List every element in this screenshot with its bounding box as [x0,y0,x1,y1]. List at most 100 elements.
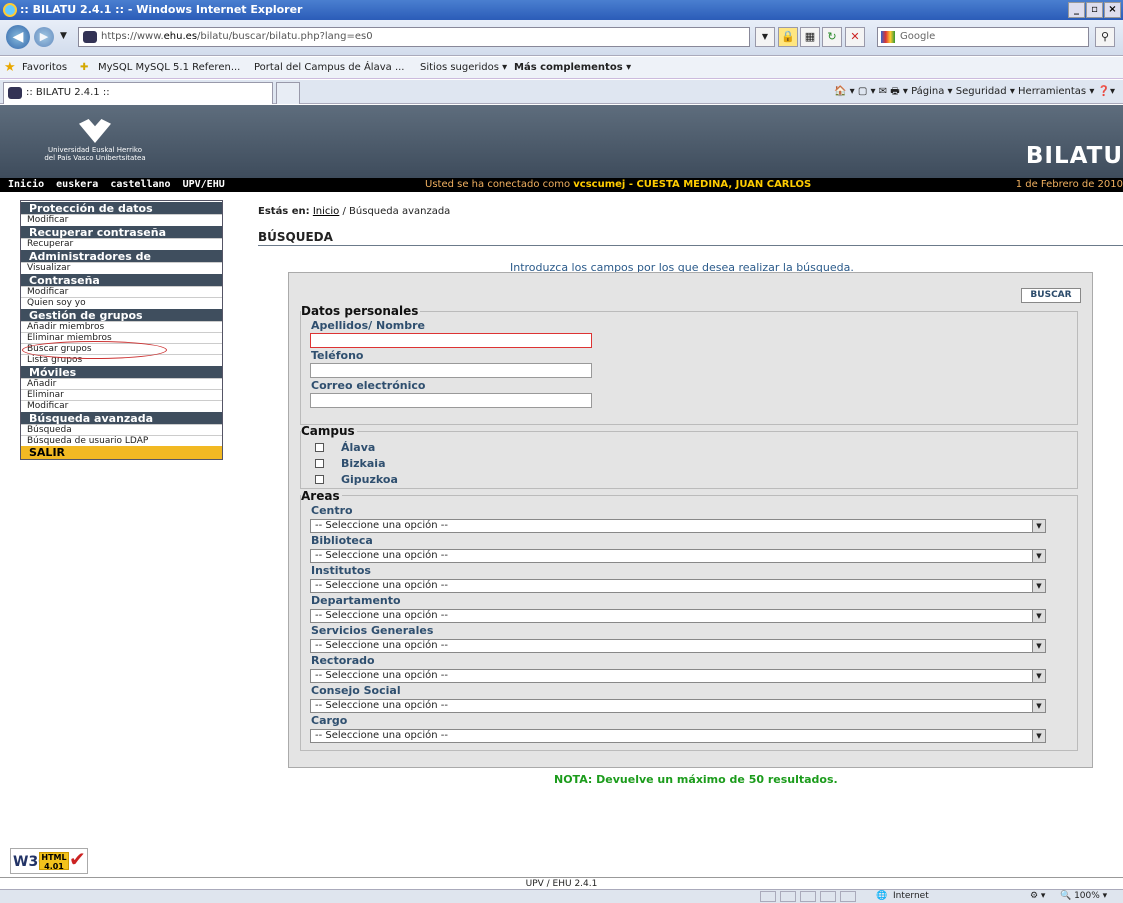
tab-favicon-icon [8,87,22,99]
menu-item-moviles-modificar[interactable]: Modificar [21,400,222,411]
command-bar[interactable]: 🏠 ▾ ▢ ▾ ✉ 🖶 ▾ Página ▾ Seguridad ▾ Herra… [834,84,1115,100]
menu-section-title: Gestión de grupos [21,308,222,322]
menu-item-moviles-eliminar[interactable]: Eliminar [21,389,222,400]
new-tab-button[interactable] [276,82,300,104]
lock-icon[interactable]: 🔒 [778,27,798,47]
select-consejo-social[interactable]: -- Seleccione una opción -- ▼ [310,699,1046,713]
minimize-button[interactable]: _ [1068,2,1085,18]
ie-logo-icon [3,3,17,17]
site-favicon-icon [83,31,97,43]
forward-button[interactable]: ▶ [34,27,54,47]
search-icon[interactable]: ⚲ [1095,27,1115,47]
breadcrumb: Estás en: Inicio / Búsqueda avanzada [258,206,451,217]
label-departamento: Departamento [311,594,401,607]
select-rectorado[interactable]: -- Seleccione una opción -- ▼ [310,669,1046,683]
nav-link-castellano[interactable]: castellano [110,179,170,190]
menu-section-title: Móviles [21,365,222,379]
logo-text-line2: del País Vasco Unibertsitatea [44,154,146,162]
label-consejo-social: Consejo Social [311,684,401,697]
label-bizkaia: Bizkaia [341,457,386,470]
checkbox-gipuzkoa[interactable] [315,475,324,484]
protected-mode-icon[interactable]: ⚙ ▾ [1030,890,1045,903]
favorites-star-icon[interactable]: ★ [4,61,16,75]
menu-item-proteccion-modificar[interactable]: Modificar [21,214,222,225]
label-centro: Centro [311,504,353,517]
checkbox-bizkaia[interactable] [315,459,324,468]
menu-section-title: Protección de datos [21,201,222,215]
legend-areas: Areas [301,489,342,503]
maximize-button[interactable]: ▫ [1086,2,1103,18]
select-servicios-generales[interactable]: -- Seleccione una opción -- ▼ [310,639,1046,653]
close-button[interactable]: × [1104,2,1121,18]
security-zone[interactable]: Internet [893,890,929,903]
search-input[interactable]: Google [877,27,1089,47]
favorite-item-portal[interactable]: Portal del Campus de Álava ... [254,57,404,79]
label-servicios-generales: Servicios Generales [311,624,434,637]
label-cargo: Cargo [311,714,348,727]
select-institutos[interactable]: -- Seleccione una opción -- ▼ [310,579,1046,593]
tab-bilatu[interactable]: :: BILATU 2.4.1 :: [3,82,273,104]
history-dropdown-icon[interactable]: ▼ [60,31,67,41]
label-gipuzkoa: Gipuzkoa [341,473,398,486]
menu-item-recuperar[interactable]: Recuperar [21,238,222,249]
favorite-item-suggested[interactable]: Sitios sugeridos ▾ [420,57,507,79]
add-favorite-icon[interactable]: ✚ [80,57,88,79]
url-field[interactable]: https://www.ehu.es/bilatu/buscar/bilatu.… [78,27,750,47]
menu-section-title: Contraseña [21,273,222,287]
menu-item-anadir-miembros[interactable]: Añadir miembros [21,321,222,332]
search-button[interactable]: BUSCAR [1021,288,1081,303]
favorite-item-mysql[interactable]: MySQL MySQL 5.1 Referen... [98,57,240,79]
stop-icon[interactable]: ✕ [845,27,865,47]
select-cargo[interactable]: -- Seleccione una opción -- ▼ [310,729,1046,743]
menu-item-busqueda[interactable]: Búsqueda [21,424,222,435]
label-phone: Teléfono [311,349,364,362]
zoom-level[interactable]: 🔍 100% ▾ [1060,890,1107,903]
email-input[interactable] [310,393,592,408]
user-name: - CUESTA MEDINA, JUAN CARLOS [625,179,812,190]
compatibility-icon[interactable]: ▦ [800,27,820,47]
chevron-down-icon: ▼ [1032,730,1045,742]
favorites-bar: ★ Favoritos ✚ MySQL MySQL 5.1 Referen...… [0,57,1123,79]
menu-section-title: Búsqueda avanzada [21,411,222,425]
nav-link-upvehu[interactable]: UPV/EHU [183,179,225,190]
window-title-bar: :: BILATU 2.4.1 :: - Windows Internet Ex… [0,0,1123,20]
favorite-item-addons[interactable]: Más complementos ▾ [514,57,631,79]
menu-item-contrasena-modificar[interactable]: Modificar [21,286,222,297]
refresh-icon[interactable]: ↻ [822,27,842,47]
menu-section-title: Recuperar contraseña [21,225,222,239]
url-dropdown-icon[interactable]: ▼ [755,27,775,47]
w3c-badge[interactable]: W3C HTML 4.01 ✔ [10,848,88,874]
logout-button[interactable]: SALIR [21,446,222,459]
title-divider [258,245,1123,246]
menu-item-busqueda-ldap[interactable]: Búsqueda de usuario LDAP [21,435,222,446]
phone-input[interactable] [310,363,592,378]
globe-icon: 🌐 [876,891,888,901]
nav-link-inicio[interactable]: Inicio [8,179,44,190]
back-button[interactable]: ◀ [6,25,30,49]
name-input[interactable] [310,333,592,348]
menu-item-visualizar[interactable]: Visualizar [21,262,222,273]
chevron-down-icon: ▼ [1032,700,1045,712]
chevron-down-icon: ▼ [1032,580,1045,592]
select-biblioteca[interactable]: -- Seleccione una opción -- ▼ [310,549,1046,563]
favorites-button[interactable]: Favoritos [22,57,67,79]
label-name: Apellidos/ Nombre [311,319,425,332]
select-centro[interactable]: -- Seleccione una opción -- ▼ [310,519,1046,533]
checkbox-alava[interactable] [315,443,324,452]
html-version-badge: HTML 4.01 [39,852,69,871]
legend-campus: Campus [301,424,357,438]
nav-link-euskera[interactable]: euskera [56,179,98,190]
legend-personal-data: Datos personales [301,304,421,318]
menu-item-quien-soy-yo[interactable]: Quien soy yo [21,297,222,308]
browser-status-bar: 🌐 Internet ⚙ ▾ 🔍 100% ▾ [0,889,1123,903]
menu-item-moviles-anadir[interactable]: Añadir [21,378,222,389]
label-alava: Álava [341,441,376,454]
select-departamento[interactable]: -- Seleccione una opción -- ▼ [310,609,1046,623]
fieldset-campus [300,431,1078,489]
chevron-down-icon: ▼ [1032,640,1045,652]
logo-text-line1: Universidad Euskal Herriko [48,146,142,154]
connection-status: Usted se ha conectado como vcscumej - CU… [425,179,812,190]
page-footer: UPV / EHU 2.4.1 [0,877,1123,889]
breadcrumb-home-link[interactable]: Inicio [313,206,339,217]
university-logo[interactable]: Universidad Euskal Herriko del País Vasc… [30,113,160,173]
